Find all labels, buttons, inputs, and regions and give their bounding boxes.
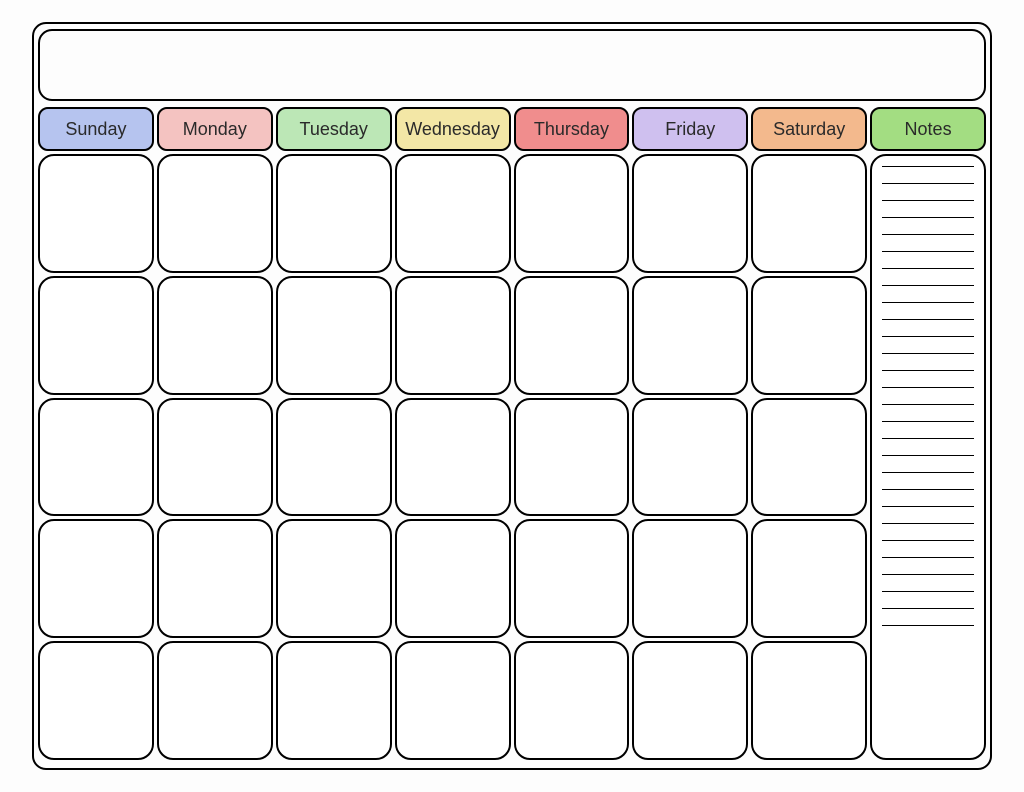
day-cell xyxy=(38,276,154,395)
day-cell xyxy=(276,519,392,638)
day-cell xyxy=(514,398,630,517)
note-line xyxy=(882,183,974,184)
day-cell xyxy=(157,641,273,760)
day-cell xyxy=(632,154,748,273)
header-thursday: Thursday xyxy=(514,107,630,151)
note-line xyxy=(882,404,974,405)
header-friday: Friday xyxy=(632,107,748,151)
header-wednesday: Wednesday xyxy=(395,107,511,151)
note-line xyxy=(882,608,974,609)
note-line xyxy=(882,489,974,490)
note-line xyxy=(882,251,974,252)
day-cell xyxy=(38,519,154,638)
day-cell xyxy=(514,154,630,273)
note-line xyxy=(882,370,974,371)
day-cell xyxy=(395,641,511,760)
day-cell xyxy=(514,276,630,395)
note-line xyxy=(882,625,974,626)
day-cell xyxy=(276,154,392,273)
day-cell xyxy=(157,276,273,395)
note-line xyxy=(882,557,974,558)
note-line xyxy=(882,268,974,269)
day-cell xyxy=(751,276,867,395)
day-cell xyxy=(38,398,154,517)
note-line xyxy=(882,438,974,439)
day-cell xyxy=(395,154,511,273)
day-cell xyxy=(38,641,154,760)
note-line xyxy=(882,200,974,201)
day-cell xyxy=(395,276,511,395)
note-line xyxy=(882,421,974,422)
day-cell xyxy=(276,398,392,517)
note-line xyxy=(882,523,974,524)
day-cell xyxy=(157,398,273,517)
note-line xyxy=(882,336,974,337)
day-cell xyxy=(276,276,392,395)
day-cell xyxy=(751,154,867,273)
day-cell xyxy=(276,641,392,760)
title-box xyxy=(38,29,986,101)
day-cell xyxy=(632,398,748,517)
header-monday: Monday xyxy=(157,107,273,151)
day-cell xyxy=(751,519,867,638)
calendar-grid: Sunday Monday Tuesday Wednesday Thursday… xyxy=(38,107,986,760)
day-cell xyxy=(632,519,748,638)
note-line xyxy=(882,166,974,167)
note-line xyxy=(882,540,974,541)
calendar-frame: Sunday Monday Tuesday Wednesday Thursday… xyxy=(32,22,992,770)
note-line xyxy=(882,302,974,303)
note-line xyxy=(882,387,974,388)
header-tuesday: Tuesday xyxy=(276,107,392,151)
day-cell xyxy=(514,641,630,760)
header-saturday: Saturday xyxy=(751,107,867,151)
day-cell xyxy=(38,154,154,273)
day-cell xyxy=(514,519,630,638)
header-notes: Notes xyxy=(870,107,986,151)
note-line xyxy=(882,353,974,354)
header-sunday: Sunday xyxy=(38,107,154,151)
day-cell xyxy=(751,641,867,760)
day-cell xyxy=(632,641,748,760)
day-cell xyxy=(632,276,748,395)
day-cell xyxy=(157,154,273,273)
note-line xyxy=(882,217,974,218)
note-line xyxy=(882,455,974,456)
note-line xyxy=(882,472,974,473)
note-line xyxy=(882,591,974,592)
day-cell xyxy=(751,398,867,517)
note-line xyxy=(882,506,974,507)
day-cell xyxy=(395,519,511,638)
notes-area xyxy=(870,154,986,760)
note-line xyxy=(882,574,974,575)
note-line xyxy=(882,285,974,286)
note-line xyxy=(882,234,974,235)
day-cell xyxy=(395,398,511,517)
note-line xyxy=(882,319,974,320)
day-cell xyxy=(157,519,273,638)
